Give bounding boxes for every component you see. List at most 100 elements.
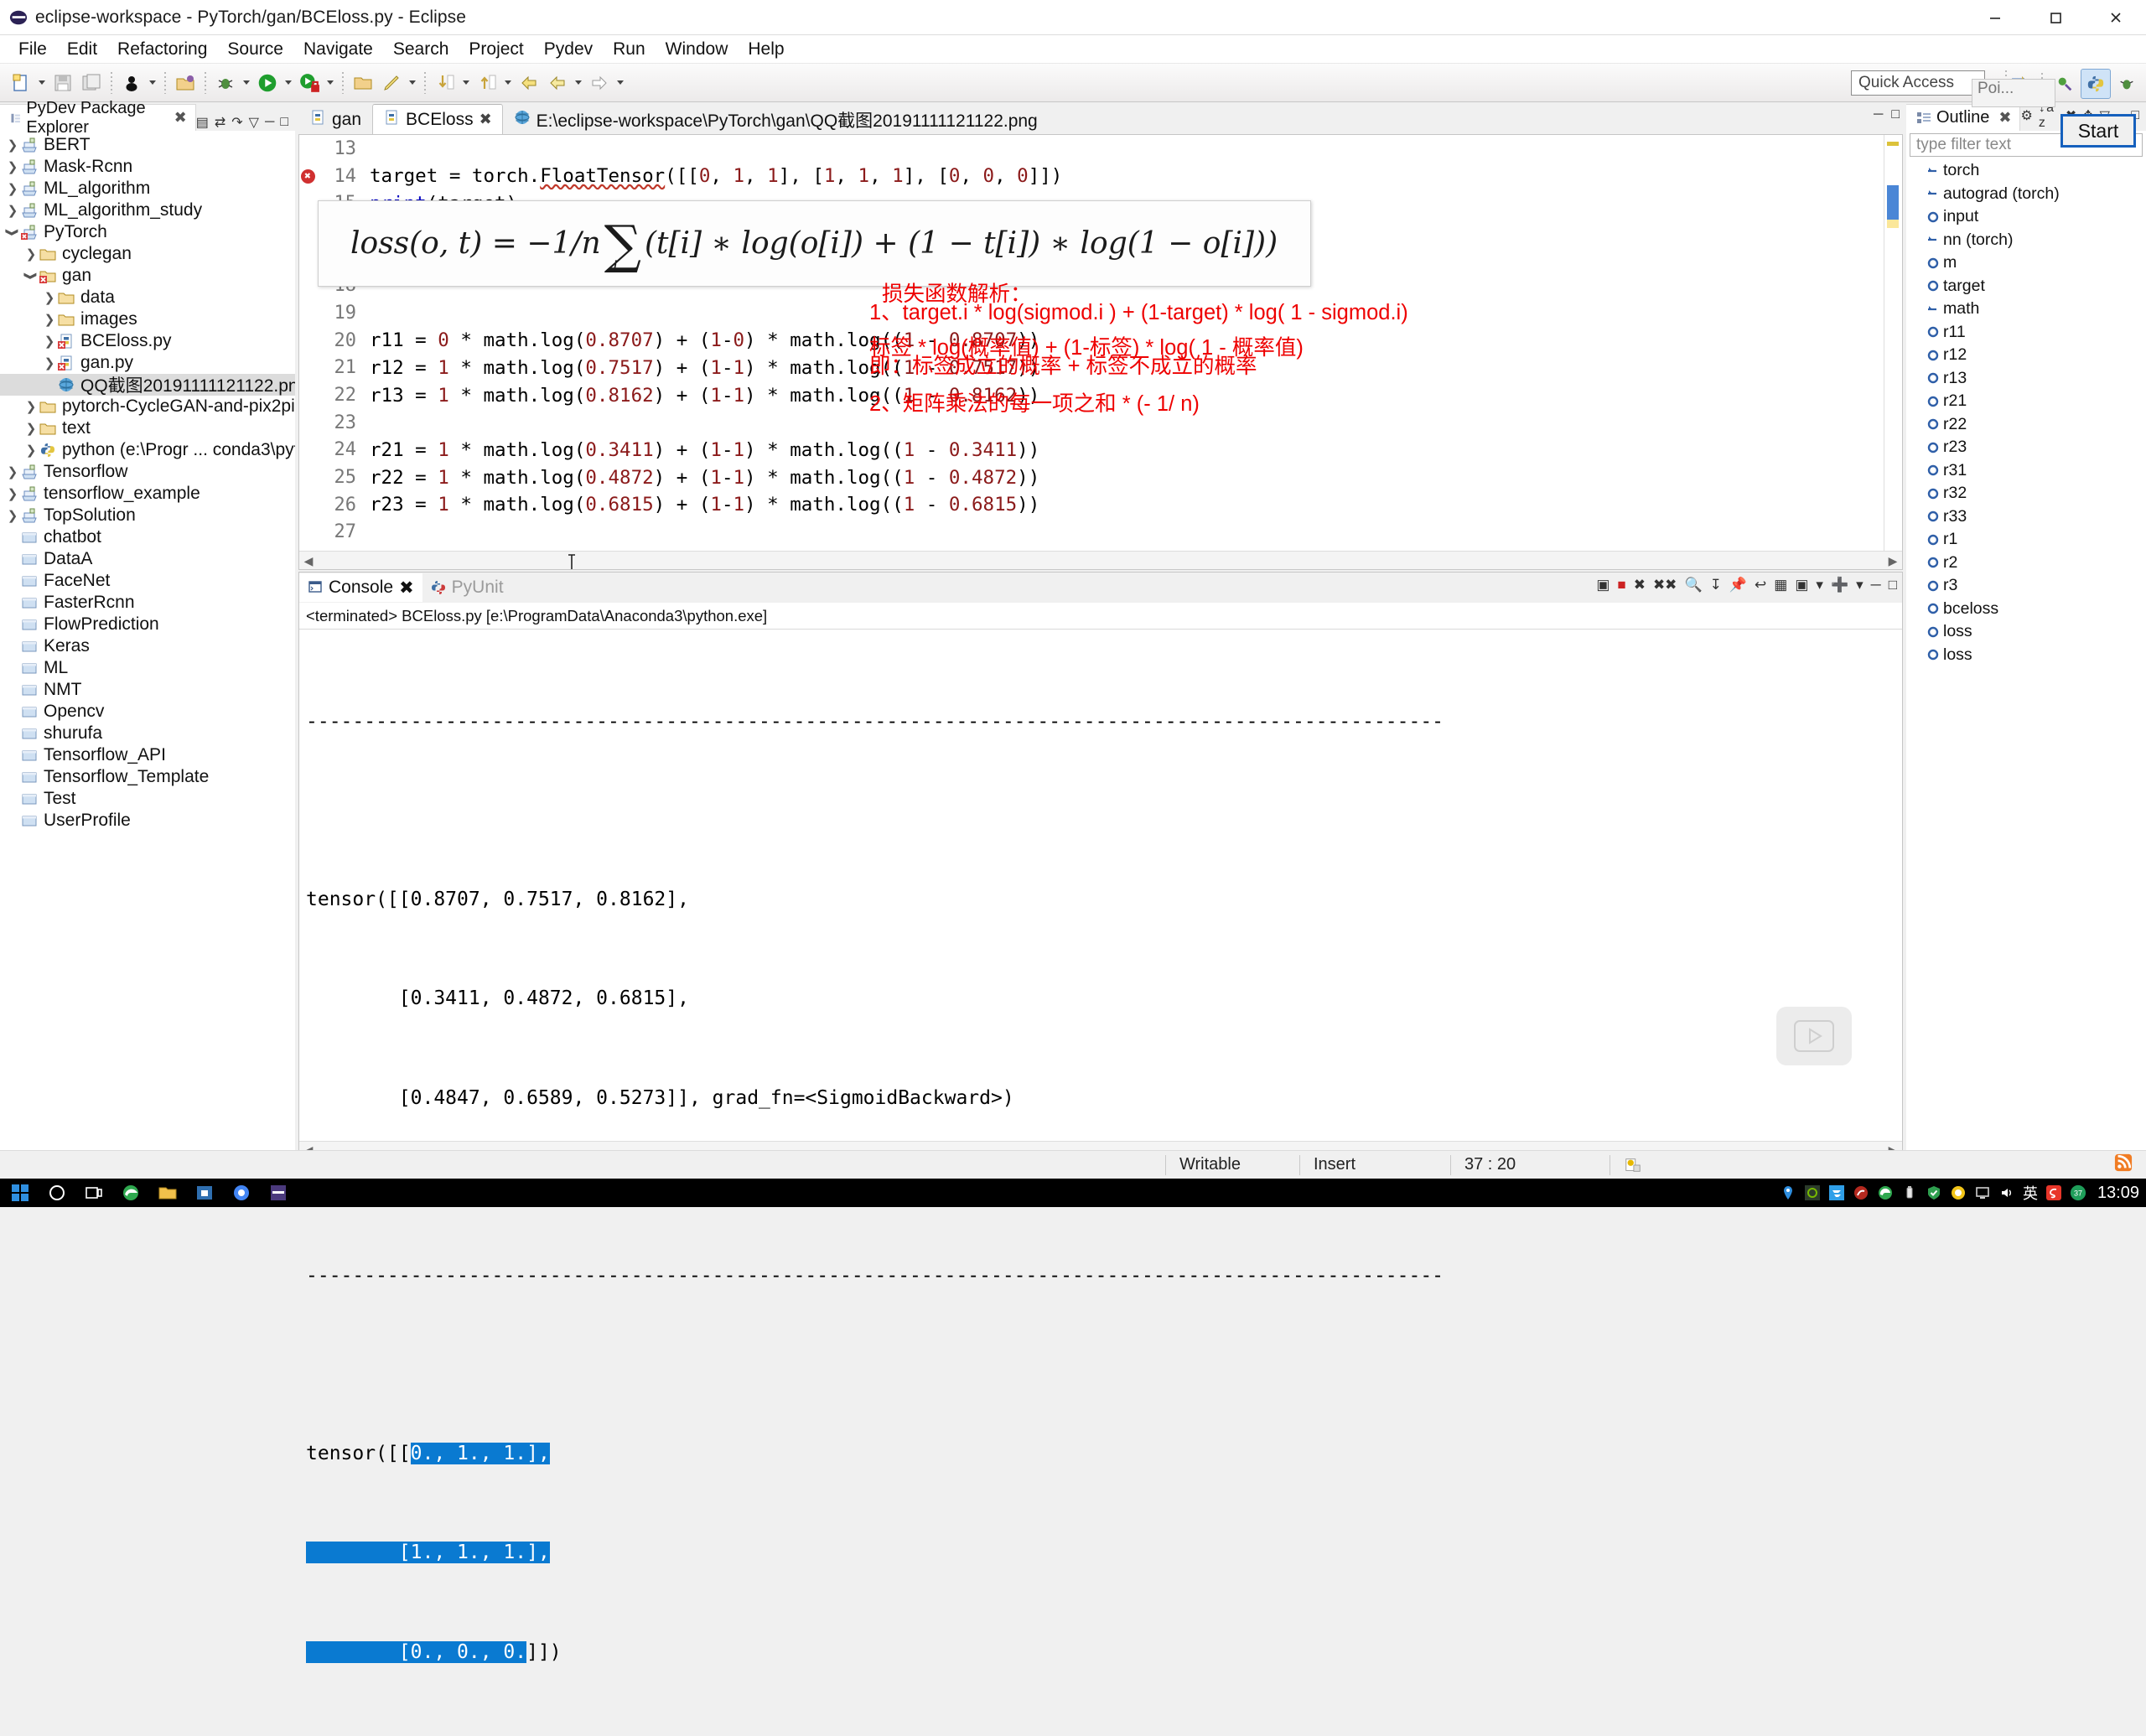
explorer-row-keras[interactable]: Keras	[0, 635, 295, 657]
tab-pyunit[interactable]: PyUnit	[422, 573, 512, 602]
chevron-right-icon[interactable]: ❯	[23, 246, 39, 262]
code-line[interactable]: 27	[299, 519, 1902, 547]
tab-outline[interactable]: Outline ✖	[1906, 104, 2021, 131]
scroll-left-icon[interactable]: ◀	[302, 555, 315, 567]
forward-icon[interactable]	[585, 69, 614, 97]
pencil-icon[interactable]	[377, 69, 406, 97]
outline-item-loss[interactable]: loss	[1906, 620, 2146, 644]
outline-item-r1[interactable]: r1	[1906, 528, 2146, 552]
explorer-row-qq-20191111121122-png[interactable]: QQ截图20191111121122.png	[0, 374, 295, 396]
back-dropdown-icon[interactable]	[572, 69, 585, 97]
minimize-button[interactable]	[1965, 0, 2025, 35]
python-perspective-icon[interactable]	[2081, 69, 2111, 99]
tray-browser-icon[interactable]	[1877, 1184, 1894, 1201]
close-icon[interactable]: ✖	[174, 109, 187, 127]
tray-usb-icon[interactable]	[1901, 1184, 1918, 1201]
tray-location-icon[interactable]	[1780, 1184, 1796, 1201]
explorer-row-shurufa[interactable]: shurufa	[0, 723, 295, 744]
explorer-row-facenet[interactable]: FaceNet	[0, 570, 295, 592]
remove-all-icon[interactable]: ✖✖	[1653, 577, 1677, 593]
store-icon[interactable]	[188, 1179, 221, 1206]
prev-annotation-dropdown-icon[interactable]	[501, 69, 515, 97]
person-dropdown-icon[interactable]	[146, 69, 159, 97]
outline-list[interactable]: torch autograd (torch) input nn (torch) m tar…	[1906, 159, 2146, 666]
outline-item-loss[interactable]: loss	[1906, 644, 2146, 667]
maximize-button[interactable]	[2025, 0, 2086, 35]
remove-launch-icon[interactable]: ✖	[1634, 577, 1646, 593]
debug-dropdown-icon[interactable]	[240, 69, 253, 97]
file-explorer-icon[interactable]	[151, 1179, 184, 1206]
explorer-row-tensorflow-template[interactable]: Tensorflow_Template	[0, 766, 295, 788]
status-pydev-icon[interactable]	[1610, 1154, 1685, 1175]
hscroll-thumb[interactable]	[319, 555, 1882, 567]
outline-item-bceloss[interactable]: bceloss	[1906, 598, 2146, 621]
close-icon[interactable]: ✖	[1998, 109, 2011, 127]
chevron-right-icon[interactable]: ❯	[42, 355, 57, 371]
menu-refactoring[interactable]: Refactoring	[107, 37, 217, 62]
tray-display-icon[interactable]	[1974, 1184, 1991, 1201]
outline-item-r2[interactable]: r2	[1906, 552, 2146, 575]
menu-window[interactable]: Window	[656, 37, 739, 62]
menu-project[interactable]: Project	[459, 37, 533, 62]
menu-run[interactable]: Run	[603, 37, 656, 62]
chevron-right-icon[interactable]: ❯	[23, 421, 39, 436]
tray-nvidia-icon[interactable]	[1804, 1184, 1821, 1201]
save-all-icon[interactable]	[77, 69, 106, 97]
run-external-dropdown-icon[interactable]	[324, 69, 337, 97]
outline-item-r33[interactable]: r33	[1906, 505, 2146, 529]
close-icon[interactable]: ✖	[479, 111, 492, 128]
next-annotation-dropdown-icon[interactable]	[459, 69, 473, 97]
code-line[interactable]: 26 r23 = 1 * math.log(0.6815) + (1-1) * m…	[299, 491, 1902, 519]
explorer-row-ml-algorithm[interactable]: ❯ ML_algorithm	[0, 178, 295, 200]
explorer-row-flowprediction[interactable]: FlowPrediction	[0, 614, 295, 635]
error-marker-icon[interactable]: ✖	[299, 168, 316, 184]
outline-item-r23[interactable]: r23	[1906, 436, 2146, 459]
link-with-editor-icon[interactable]: ⇄	[215, 114, 225, 131]
run-external-icon[interactable]	[295, 69, 324, 97]
tab-console[interactable]: Console ✖	[299, 573, 422, 602]
eclipse-taskbar-icon[interactable]	[262, 1179, 295, 1206]
chevron-right-icon[interactable]: ❯	[5, 486, 20, 501]
outline-item-r32[interactable]: r32	[1906, 482, 2146, 505]
debug-perspective-icon[interactable]	[2112, 70, 2141, 98]
chevron-right-icon[interactable]: ❯	[5, 464, 20, 479]
focus-on-active-icon[interactable]: ↷	[231, 114, 242, 131]
back-history-icon[interactable]	[543, 69, 572, 97]
status-rss-icon[interactable]	[2114, 1153, 2146, 1177]
start-button[interactable]: Start	[2060, 114, 2136, 148]
hide-fields-icon[interactable]: ⚙	[2020, 107, 2032, 124]
tray-volume-icon[interactable]	[1998, 1184, 2015, 1201]
outline-item-autograd-torch[interactable]: autograd (torch)	[1906, 183, 2146, 206]
scroll-right-icon[interactable]: ▶	[1886, 555, 1900, 567]
new-console-icon[interactable]: ➕	[1831, 577, 1848, 593]
word-wrap-icon[interactable]: ↩	[1755, 577, 1766, 593]
run-icon[interactable]	[253, 69, 282, 97]
chevron-down-icon[interactable]: ❱	[23, 268, 39, 283]
person-icon[interactable]	[117, 69, 146, 97]
explorer-row-chatbot[interactable]: chatbot	[0, 526, 295, 548]
prev-annotation-icon[interactable]	[473, 69, 501, 97]
console-dropdown-icon[interactable]: ▾	[1816, 577, 1823, 593]
chevron-down-icon[interactable]: ❱	[5, 225, 20, 240]
explorer-row-tensorflow-api[interactable]: Tensorflow_API	[0, 744, 295, 766]
menu-search[interactable]: Search	[383, 37, 459, 62]
chevron-right-icon[interactable]: ❯	[5, 137, 20, 153]
code-line[interactable]: ✖ 14 target = torch.FloatTensor([[0, 1, 1]…	[299, 163, 1902, 190]
menu-source[interactable]: Source	[217, 37, 293, 62]
explorer-row-ml-algorithm-study[interactable]: ❯ ML_algorithm_study	[0, 200, 295, 221]
chevron-right-icon[interactable]: ❯	[42, 312, 57, 327]
open-type-icon[interactable]	[171, 69, 200, 97]
explorer-row-ml[interactable]: ML	[0, 657, 295, 679]
editor-hscrollbar[interactable]: ◀ ▶	[299, 551, 1902, 569]
outline-item-torch[interactable]: torch	[1906, 159, 2146, 183]
debug-icon[interactable]	[211, 69, 240, 97]
start-menu-icon[interactable]	[3, 1179, 37, 1206]
explorer-row-pytorch[interactable]: ❱ PyTorch	[0, 221, 295, 243]
chevron-right-icon[interactable]: ❯	[5, 159, 20, 174]
quick-access-input[interactable]: Quick Access	[1851, 70, 1985, 96]
taskbar-clock[interactable]: 13:09	[2094, 1184, 2139, 1203]
outline-item-r22[interactable]: r22	[1906, 413, 2146, 437]
view-menu-icon[interactable]: ▽	[249, 114, 259, 131]
tray-badge-icon[interactable]: 37	[2070, 1184, 2086, 1201]
chrome-icon[interactable]	[225, 1179, 258, 1206]
